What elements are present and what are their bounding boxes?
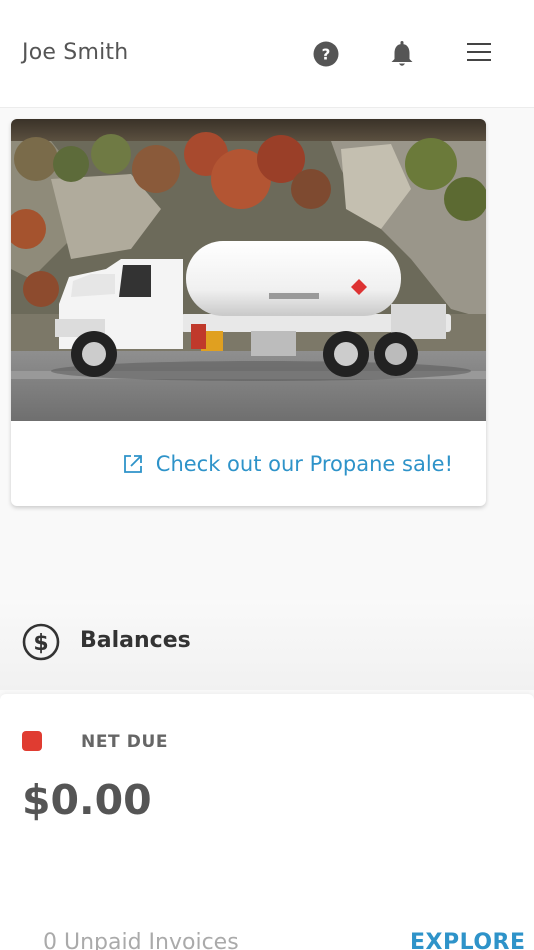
bell-icon[interactable] — [389, 40, 415, 68]
balances-title: Balances — [80, 628, 191, 653]
help-icon[interactable]: ? — [313, 41, 339, 67]
app-header: Joe Smith ? — [0, 0, 534, 108]
user-name[interactable]: Joe Smith — [22, 40, 128, 65]
propane-truck-photo — [11, 119, 486, 421]
net-due-label: NET DUE — [81, 732, 169, 752]
net-due-amount: $0.00 — [22, 776, 152, 824]
svg-text:$: $ — [33, 631, 48, 656]
unpaid-invoices-count: 0 Unpaid Invoices — [43, 930, 239, 950]
svg-text:?: ? — [322, 46, 331, 64]
promo-link-label: Check out our Propane sale! — [155, 451, 453, 476]
hamburger-menu-icon[interactable] — [466, 40, 492, 64]
external-link-icon — [123, 454, 142, 473]
dollar-circle-icon: $ — [22, 623, 60, 661]
explore-button[interactable]: EXPLORE — [410, 930, 526, 950]
promo-card[interactable]: Check out our Propane sale! — [11, 119, 486, 506]
net-due-status-indicator — [22, 731, 42, 751]
promo-link[interactable]: Check out our Propane sale! — [11, 421, 486, 506]
